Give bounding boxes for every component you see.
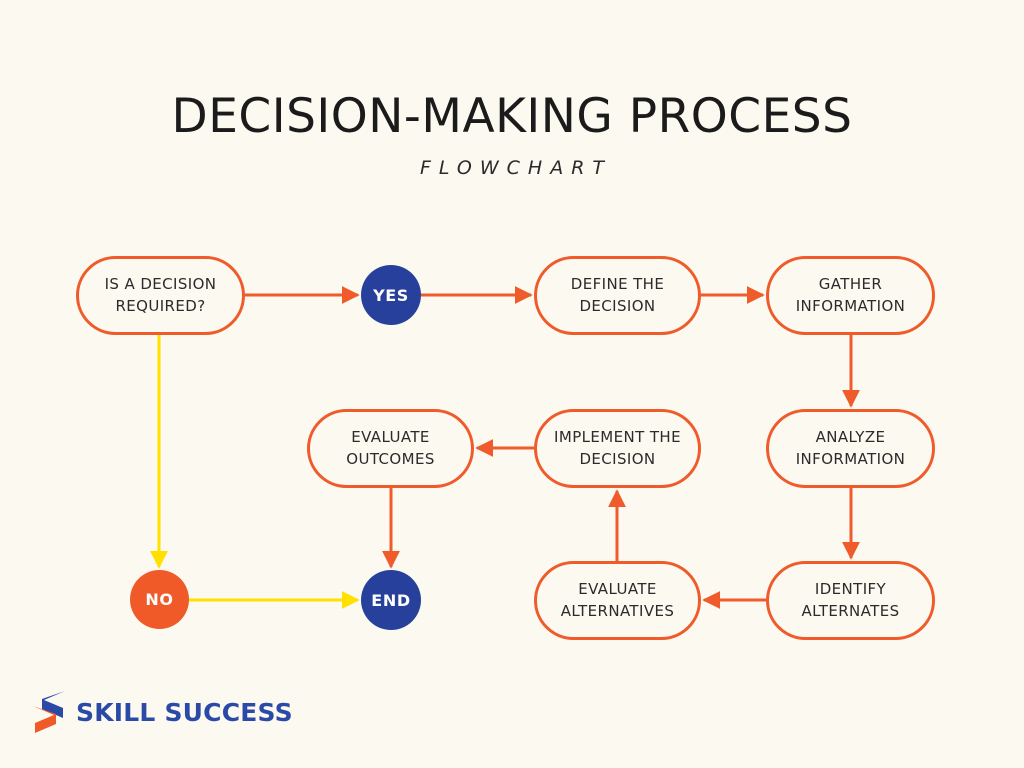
brand-logo[interactable]: SKILL SUCCESS	[32, 688, 293, 736]
brand-logo-text: SKILL SUCCESS	[76, 697, 293, 727]
node-label: IMPLEMENT THE DECISION	[554, 427, 681, 468]
node-label: END	[371, 590, 411, 610]
node-yes[interactable]: YES	[361, 265, 421, 325]
node-label: DEFINE THE DECISION	[570, 274, 665, 315]
page-title: DECISION-MAKING PROCESS	[171, 89, 853, 144]
node-analyze-information[interactable]: ANALYZE INFORMATION	[766, 409, 935, 488]
page-subtitle: FLOWCHART	[419, 157, 613, 180]
header: DECISION-MAKING PROCESS FLOWCHART	[0, 89, 1024, 180]
node-label: NO	[145, 590, 174, 609]
node-evaluate-outcomes[interactable]: EVALUATE OUTCOMES	[307, 409, 474, 488]
node-label: EVALUATE ALTERNATIVES	[560, 579, 675, 620]
node-label: IDENTIFY ALTERNATES	[801, 579, 900, 620]
node-label: YES	[373, 285, 409, 305]
node-label: GATHER INFORMATION	[795, 274, 906, 315]
node-label: ANALYZE INFORMATION	[795, 427, 906, 468]
node-evaluate-alternatives[interactable]: EVALUATE ALTERNATIVES	[534, 561, 701, 640]
node-define-the-decision[interactable]: DEFINE THE DECISION	[534, 256, 701, 335]
node-label: IS A DECISION REQUIRED?	[104, 274, 217, 315]
node-identify-alternates[interactable]: IDENTIFY ALTERNATES	[766, 561, 935, 640]
node-no[interactable]: NO	[130, 570, 189, 629]
node-label: EVALUATE OUTCOMES	[346, 427, 435, 468]
node-implement-the-decision[interactable]: IMPLEMENT THE DECISION	[534, 409, 701, 488]
flowchart-canvas: DECISION-MAKING PROCESS FLOWCHART IS A D…	[0, 0, 1024, 768]
node-is-a-decision-required[interactable]: IS A DECISION REQUIRED?	[76, 256, 245, 335]
skill-success-s-mark-icon	[33, 691, 65, 733]
node-gather-information[interactable]: GATHER INFORMATION	[766, 256, 935, 335]
node-end[interactable]: END	[361, 570, 421, 630]
